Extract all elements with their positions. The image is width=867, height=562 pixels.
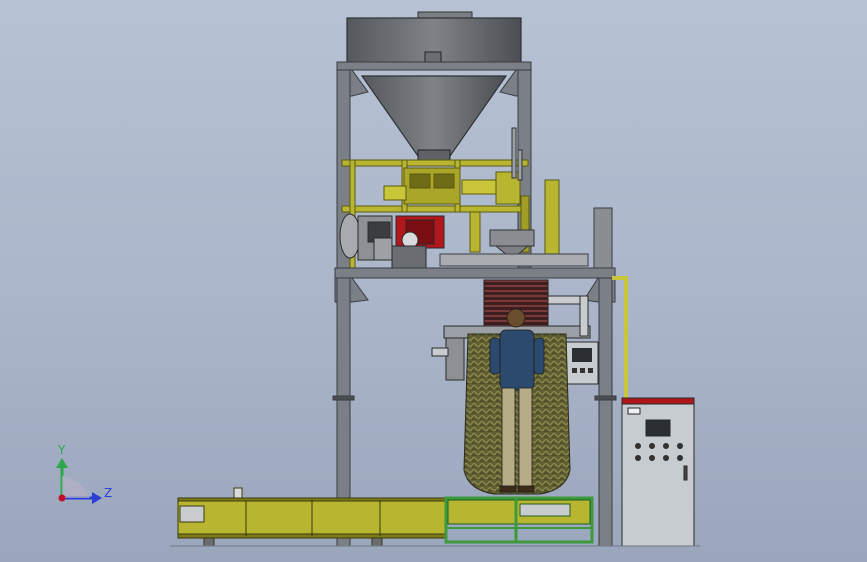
cabinet-button-2 <box>649 443 655 449</box>
platform-beam <box>334 267 616 279</box>
cabinet-tag <box>627 407 641 415</box>
left-post-clamp <box>332 395 355 401</box>
platform-deck <box>439 253 589 267</box>
belt-conveyor <box>177 487 447 547</box>
touch-panel-button-2 <box>580 368 585 373</box>
motor-base <box>391 245 427 269</box>
cabinet-button-5 <box>635 455 641 461</box>
hopper-lid-cap <box>417 11 473 19</box>
triad-z-arrow-icon <box>92 492 102 504</box>
rod-left <box>511 127 517 179</box>
hopper-cone <box>360 75 508 157</box>
operator-left-shoe <box>499 485 517 493</box>
drive-unit <box>339 213 445 269</box>
triad-z-label: Z <box>104 486 112 500</box>
touch-panel-screen <box>572 348 592 362</box>
cad-viewport: Y Z <box>56 11 700 547</box>
clamp-left-cylinder <box>431 347 449 357</box>
operator-left-leg <box>501 387 516 489</box>
rod-right <box>517 149 523 181</box>
operator-right-arm <box>533 337 545 375</box>
motor-mount <box>373 237 393 261</box>
hopper-outlet <box>417 149 451 161</box>
upper-frame-top-beam <box>336 61 532 71</box>
triad-origin <box>58 494 66 502</box>
clamp-left-arm <box>445 337 465 381</box>
weigh-bucket <box>489 229 535 247</box>
pulley-wheel <box>339 213 361 259</box>
conveyor-foot-1 <box>203 537 215 547</box>
cabinet-top-strip <box>621 397 695 405</box>
lower-right-post <box>598 277 613 547</box>
cabinet-button-6 <box>649 455 655 461</box>
triad-y-label: Y <box>57 443 66 457</box>
cabinet-button-4 <box>677 443 683 449</box>
feeder-gate-window-left <box>409 173 431 189</box>
pneumatic-pipe-drop <box>579 295 589 337</box>
storage-hopper <box>346 11 522 161</box>
operator-left-arm <box>489 337 501 375</box>
conveyor-marker <box>233 487 243 499</box>
cabinet-button-1 <box>635 443 641 449</box>
triad-xy-plane-icon <box>62 476 90 498</box>
lower-green-frame <box>444 496 594 544</box>
platform-column <box>593 207 613 269</box>
feeder-mid-rail <box>341 205 529 213</box>
cabinet-button-3 <box>663 443 669 449</box>
operator-right-leg <box>518 387 533 489</box>
feeder-gate-window-right <box>433 173 455 189</box>
operator-right-shoe <box>517 485 535 493</box>
side-duct <box>544 179 560 257</box>
operator-head <box>506 308 526 328</box>
cabinet-button-8 <box>677 455 683 461</box>
touch-panel-button-1 <box>572 368 577 373</box>
feeder-top-rail <box>341 159 529 167</box>
feeder-cylinder <box>461 179 501 195</box>
cabinet-button-7 <box>663 455 669 461</box>
control-cabinet <box>621 397 695 547</box>
conveyor-foot-2 <box>371 537 383 547</box>
feeder-chute <box>469 211 481 253</box>
operator-torso <box>499 329 535 391</box>
cabinet-display <box>645 419 671 437</box>
left-bracket <box>383 185 407 201</box>
coordinate-triad: Y Z <box>56 443 112 504</box>
touch-panel-button-3 <box>588 368 593 373</box>
conveyor-end-roller <box>179 505 205 523</box>
green-frame-roller <box>519 503 571 517</box>
cabinet-handle <box>683 465 688 481</box>
triad-y-arrow-icon <box>56 458 68 468</box>
right-post-clamp <box>594 395 617 401</box>
